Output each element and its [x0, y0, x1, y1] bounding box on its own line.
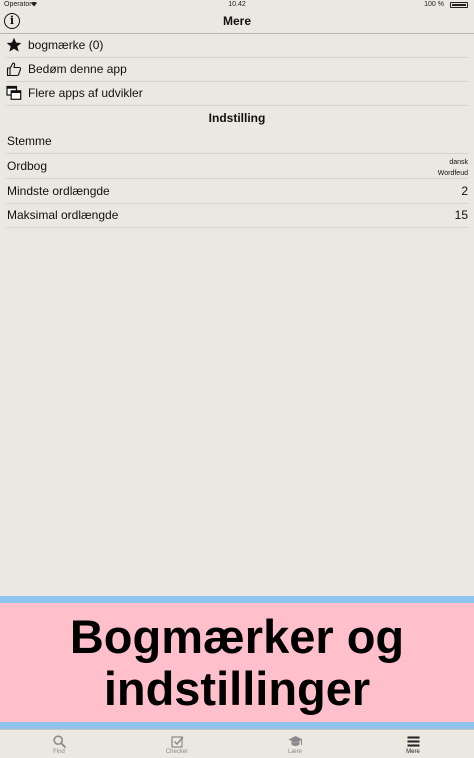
dictionary-wordlist: Wordfeud — [437, 170, 468, 177]
tab-checker[interactable]: Checker — [118, 730, 236, 758]
dictionary-label: Ordbog — [7, 159, 48, 173]
max-length-setting-row[interactable]: Maksimal ordlængde 15 — [6, 204, 468, 228]
settings-section-header: Indstilling — [208, 111, 266, 125]
promo-banner: Bogmærker og indstillinger — [0, 596, 474, 729]
windows-stack-icon — [6, 85, 22, 101]
min-length-value: 2 — [461, 184, 468, 198]
min-length-label: Mindste ordlængde — [7, 184, 110, 198]
tab-find-label: Find — [53, 749, 65, 755]
hamburger-menu-icon — [354, 735, 472, 748]
voice-setting-row[interactable]: Stemme — [6, 130, 468, 154]
graduation-cap-icon — [236, 735, 354, 748]
rate-app-label: Bedøm denne app — [28, 62, 127, 76]
promo-banner-line1: Bogmærker og — [69, 609, 405, 663]
tab-find[interactable]: Find — [0, 730, 118, 758]
dictionary-language: dansk — [449, 159, 468, 166]
battery-percent: 100 % — [424, 1, 444, 8]
battery-icon — [450, 2, 468, 8]
magnifier-icon — [0, 735, 118, 748]
more-apps-label: Flere apps af udvikler — [28, 86, 143, 100]
voice-label: Stemme — [7, 134, 52, 148]
more-apps-row[interactable]: Flere apps af udvikler — [6, 82, 468, 106]
min-length-setting-row[interactable]: Mindste ordlængde 2 — [6, 180, 468, 204]
tab-learn[interactable]: Lære — [236, 730, 354, 758]
page-title: Mere — [222, 14, 251, 28]
rate-app-row[interactable]: Bedøm denne app — [6, 58, 468, 82]
star-icon — [6, 37, 22, 53]
tab-more-label: Mere — [406, 749, 420, 755]
tab-learn-label: Lære — [287, 749, 302, 755]
bookmarks-row[interactable]: bogmærke (0) — [6, 34, 468, 58]
checkbox-icon — [118, 735, 236, 748]
dictionary-setting-row[interactable]: Ordbog dansk Wordfeud — [6, 155, 468, 179]
tab-checker-label: Checker — [165, 749, 189, 755]
tab-bar: Find Checker Lære Mere — [0, 729, 474, 758]
navigation-bar: i Mere — [0, 10, 474, 34]
status-bar: Operator 10.42 100 % — [0, 0, 474, 10]
dictionary-value: dansk Wordfeud — [438, 157, 468, 179]
status-time: 10.42 — [228, 1, 246, 8]
max-length-label: Maksimal ordlængde — [7, 208, 119, 222]
tab-more[interactable]: Mere — [354, 730, 472, 758]
thumbs-up-icon — [6, 61, 22, 77]
bookmarks-label: bogmærke (0) — [28, 38, 104, 52]
max-length-value: 15 — [454, 208, 468, 222]
promo-banner-line2: indstillinger — [103, 661, 371, 715]
